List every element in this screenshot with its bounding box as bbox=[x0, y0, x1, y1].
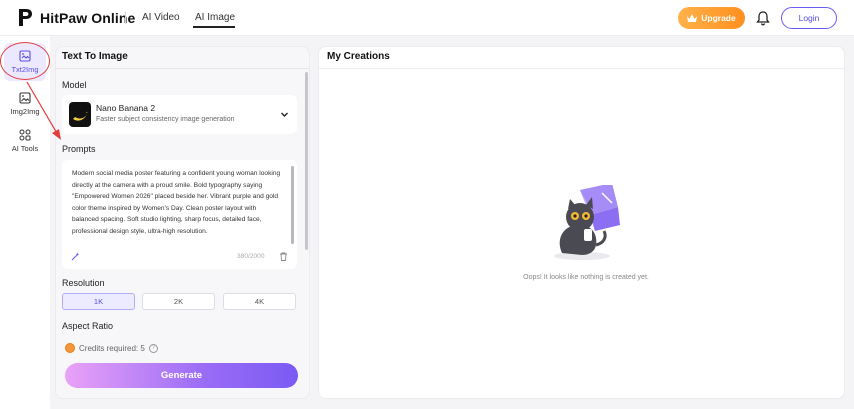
upgrade-label: Upgrade bbox=[701, 13, 736, 23]
crown-icon bbox=[687, 14, 698, 22]
aspect-ratio-label: Aspect Ratio bbox=[62, 321, 114, 331]
panel-title: Text To Image bbox=[62, 51, 128, 62]
prompt-textarea[interactable]: Modern social media poster featuring a c… bbox=[62, 160, 297, 269]
image-icon bbox=[19, 92, 31, 104]
rail-label: AI Tools bbox=[11, 144, 39, 153]
active-tab-indicator bbox=[193, 26, 235, 28]
prompt-scrollbar[interactable] bbox=[291, 166, 294, 244]
model-name: Nano Banana 2 bbox=[96, 103, 156, 113]
empty-state-wrapper: Oops! It looks like nothing is created y… bbox=[0, 274, 854, 281]
resolution-1k-button[interactable]: 1K bbox=[62, 293, 135, 310]
resolution-4k-button[interactable]: 4K bbox=[223, 293, 296, 310]
creations-divider bbox=[318, 68, 845, 69]
login-button[interactable]: Login bbox=[781, 7, 837, 29]
rail-item-txt2img[interactable]: Txt2Img bbox=[4, 43, 46, 81]
image-text-icon bbox=[19, 50, 31, 62]
character-counter: 380/2000 bbox=[237, 253, 265, 260]
rail-item-ai-tools[interactable]: AI Tools bbox=[4, 122, 46, 160]
upgrade-button[interactable]: Upgrade bbox=[678, 7, 745, 29]
help-icon[interactable]: ? bbox=[148, 343, 158, 353]
prompts-label: Prompts bbox=[62, 144, 96, 154]
rail-label: Txt2Img bbox=[11, 65, 39, 74]
chevron-down-icon[interactable] bbox=[280, 110, 289, 119]
header-divider bbox=[125, 12, 126, 24]
banana-icon bbox=[69, 102, 91, 127]
rail-label: Img2Img bbox=[10, 107, 40, 116]
resolution-2k-button[interactable]: 2K bbox=[142, 293, 215, 310]
coin-icon bbox=[65, 343, 75, 353]
top-header: HitPaw Online AI Video AI Image Upgrade … bbox=[0, 0, 854, 36]
tab-ai-image[interactable]: AI Image bbox=[195, 12, 235, 23]
panel-divider bbox=[55, 68, 310, 69]
model-label: Model bbox=[62, 80, 87, 90]
credits-info: Credits required: 5 ? bbox=[65, 343, 158, 353]
empty-state-cat-illustration bbox=[554, 185, 620, 260]
tab-ai-video[interactable]: AI Video bbox=[142, 12, 180, 23]
bell-icon[interactable] bbox=[755, 10, 771, 26]
generate-button[interactable]: Generate bbox=[65, 363, 298, 388]
creations-title: My Creations bbox=[327, 51, 390, 62]
empty-state-message: Oops! It looks like nothing is created y… bbox=[523, 274, 649, 281]
hitpaw-logo-icon[interactable] bbox=[17, 8, 34, 27]
trash-icon[interactable] bbox=[279, 252, 288, 261]
credits-text: Credits required: 5 bbox=[79, 343, 145, 353]
panel-scrollbar[interactable] bbox=[305, 72, 308, 250]
brand-name[interactable]: HitPaw Online bbox=[40, 10, 135, 26]
grid-icon bbox=[19, 129, 31, 141]
prompt-text[interactable]: Modern social media poster featuring a c… bbox=[72, 168, 284, 237]
rail-item-img2img[interactable]: Img2Img bbox=[4, 85, 46, 123]
magic-wand-icon[interactable] bbox=[71, 252, 80, 261]
model-description: Faster subject consistency image generat… bbox=[96, 116, 235, 123]
model-select[interactable]: Nano Banana 2 Faster subject consistency… bbox=[62, 95, 297, 134]
